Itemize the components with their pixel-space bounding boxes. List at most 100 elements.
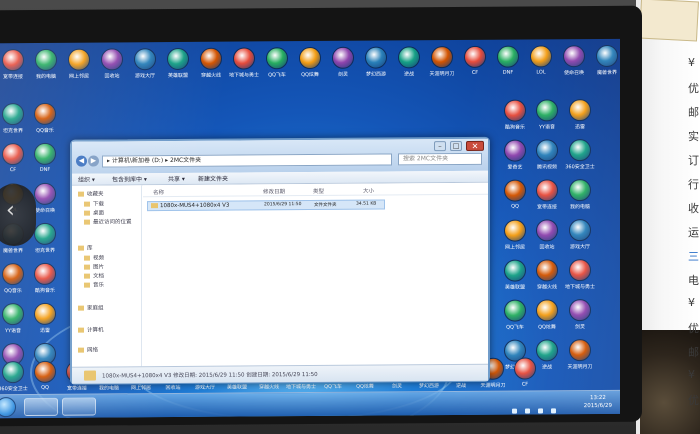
nav-pictures[interactable]: 图片 [84, 262, 104, 271]
nav-videos[interactable]: 视频 [84, 253, 104, 262]
desktop-shortcut[interactable]: 地下城与勇士 [565, 259, 595, 290]
desktop-shortcut[interactable]: 地下城与勇士 [229, 47, 259, 79]
desktop-shortcut[interactable]: CF [510, 357, 540, 388]
shortcut-label: 网上邻居 [504, 244, 525, 251]
share-button[interactable]: 共享 ▾ [168, 174, 185, 183]
desktop-shortcut[interactable]: QQ音乐 [30, 102, 60, 134]
desktop-shortcut[interactable]: 宽带连接 [532, 179, 562, 210]
desktop-shortcut[interactable]: 回收站 [97, 48, 127, 79]
desktop-shortcut[interactable]: 剑灵 [565, 299, 595, 330]
shortcut-label: 腾讯视频 [536, 164, 557, 171]
new-folder-button[interactable]: 新建文件夹 [198, 174, 228, 183]
desktop-shortcut[interactable]: QQ [30, 360, 60, 391]
desktop-shortcut[interactable]: YY语音 [0, 303, 28, 334]
column-date[interactable]: 修改日期 [263, 187, 285, 195]
desktop-shortcut[interactable]: 剑灵 [328, 46, 358, 78]
desktop-shortcut[interactable]: QQ飞车 [262, 47, 292, 78]
nav-music[interactable]: 音乐 [84, 280, 104, 289]
desktop-shortcut[interactable]: 梦幻西游 [361, 46, 391, 78]
desktop-shortcut[interactable]: 游戏大厅 [130, 48, 160, 79]
include-in-library-button[interactable]: 包含到库中 ▾ [112, 174, 147, 183]
search-input[interactable]: 搜索 2MC文件夹 [398, 152, 482, 166]
back-arrow-icon[interactable]: ◀ [76, 155, 87, 167]
maximize-button[interactable]: □ [450, 140, 462, 152]
desktop-shortcut[interactable]: 天涯明月刀 [427, 46, 457, 77]
desktop-shortcut[interactable]: 酷狗音乐 [500, 99, 530, 131]
address-bar[interactable]: ▸ 计算机\新加卷 (D:) ▸ 2MC文件夹 [102, 153, 392, 168]
desktop-shortcut[interactable]: 坦克世界 [0, 103, 28, 134]
start-button[interactable] [0, 397, 16, 418]
nav-recent[interactable]: 最近访问的位置 [84, 217, 132, 226]
nav-desktop[interactable]: 桌面 [84, 208, 104, 217]
minimize-button[interactable]: – [434, 141, 446, 152]
desktop-shortcut[interactable]: QQ飞车 [500, 299, 530, 331]
taskbar-app-ie[interactable] [24, 397, 58, 417]
desktop-shortcut[interactable]: 360安全卫士 [565, 139, 595, 170]
desktop-shortcut[interactable]: YY语音 [532, 99, 562, 130]
desktop-shortcut[interactable]: QQ炫舞 [295, 46, 325, 79]
app-icon [504, 99, 526, 122]
desktop-shortcut[interactable]: 迅雷 [565, 99, 595, 130]
desktop-shortcut[interactable]: 穿越火线 [196, 47, 226, 79]
side-page-char: ¥ [688, 368, 695, 381]
desktop-shortcut[interactable]: 回收站 [532, 219, 562, 250]
details-pane: 1080x-MUS4+1080x4 V3 修改日期: 2015/6/29 11:… [72, 363, 488, 384]
desktop-shortcut[interactable]: QQ炫舞 [532, 299, 562, 330]
desktop-shortcut[interactable]: 使命召唤 [559, 45, 589, 76]
desktop-shortcut[interactable]: 腾讯视频 [532, 139, 562, 170]
tray-icon[interactable] [525, 408, 531, 414]
desktop-shortcut[interactable]: 逆战 [394, 46, 424, 77]
desktop-shortcut[interactable]: CF [0, 143, 28, 173]
desktop-shortcut[interactable]: 酷狗音乐 [30, 262, 60, 294]
nav-libraries[interactable]: 库 [78, 244, 93, 252]
desktop-shortcut[interactable]: QQ音乐 [0, 263, 28, 294]
app-icon [365, 46, 387, 69]
forward-arrow-icon[interactable]: ▶ [88, 155, 99, 167]
desktop-shortcut[interactable]: 迅雷 [30, 302, 60, 334]
desktop-shortcut[interactable]: 游戏大厅 [565, 219, 595, 250]
nav-homegroup[interactable]: 家庭组 [78, 303, 104, 312]
desktop-shortcut[interactable]: 我的电脑 [31, 48, 61, 80]
desktop-shortcut[interactable]: 我的电脑 [565, 179, 595, 210]
nav-downloads[interactable]: 下载 [84, 199, 104, 208]
desktop-shortcut[interactable]: 360安全卫士 [0, 361, 28, 392]
taskbar-app-explorer[interactable] [62, 397, 96, 416]
desktop-shortcut[interactable]: 宽带连接 [0, 49, 28, 80]
app-icon [504, 299, 526, 322]
desktop-shortcut[interactable]: DNF [493, 45, 523, 76]
column-type[interactable]: 类型 [313, 187, 324, 195]
desktop-shortcut[interactable]: 爱奇艺 [500, 139, 530, 171]
shortcut-label: YY语音 [4, 328, 22, 335]
file-row[interactable]: 1080x-MUS4+1080x4 V3 2015/6/29 11:50 文件文… [147, 199, 385, 212]
desktop-shortcut[interactable]: CF [460, 45, 490, 76]
shortcut-label: QQ炫舞 [301, 71, 319, 79]
shortcut-label: QQ音乐 [4, 288, 22, 295]
shortcut-label: CF [9, 167, 17, 174]
column-size[interactable]: 大小 [363, 187, 374, 195]
desktop-shortcut[interactable]: 网上邻居 [64, 48, 94, 80]
nav-favorites[interactable]: 收藏夹 [78, 189, 104, 198]
volume-icon[interactable] [551, 408, 557, 414]
tray-icon[interactable] [512, 408, 517, 414]
desktop-shortcut[interactable]: 网上邻居 [500, 219, 530, 251]
app-icon [34, 182, 56, 205]
taskbar-clock[interactable]: 13:22 2015/6/29 [584, 394, 612, 410]
desktop-shortcut[interactable]: LOL [526, 45, 556, 75]
nav-documents[interactable]: 文档 [84, 271, 104, 280]
desktop-shortcut[interactable]: QQ [500, 179, 530, 210]
network-icon[interactable] [538, 408, 544, 414]
desktop-shortcut[interactable]: 英雄联盟 [163, 47, 193, 79]
column-name[interactable]: 名称 [153, 188, 164, 196]
organize-button[interactable]: 组织 ▾ [78, 175, 95, 184]
close-button[interactable]: ✕ [466, 140, 484, 151]
nav-network[interactable]: 网络 [78, 346, 98, 354]
desktop-shortcut[interactable]: 英雄联盟 [500, 259, 530, 291]
desktop-shortcut[interactable]: 天涯明月刀 [565, 339, 595, 370]
nav-computer[interactable]: 计算机 [78, 325, 104, 334]
app-icon [101, 48, 123, 71]
desktop-shortcut[interactable]: 魔兽世界 [592, 44, 620, 76]
desktop-shortcut[interactable]: 穿越火线 [532, 259, 562, 290]
explorer-window[interactable]: – □ ✕ ◀ ▶ ▸ 计算机\新加卷 (D:) ▸ 2MC文件夹 搜索 2MC… [70, 136, 490, 385]
desktop-shortcut[interactable]: DNF [30, 142, 60, 173]
chevron-left-icon[interactable]: ‹ [6, 200, 15, 222]
